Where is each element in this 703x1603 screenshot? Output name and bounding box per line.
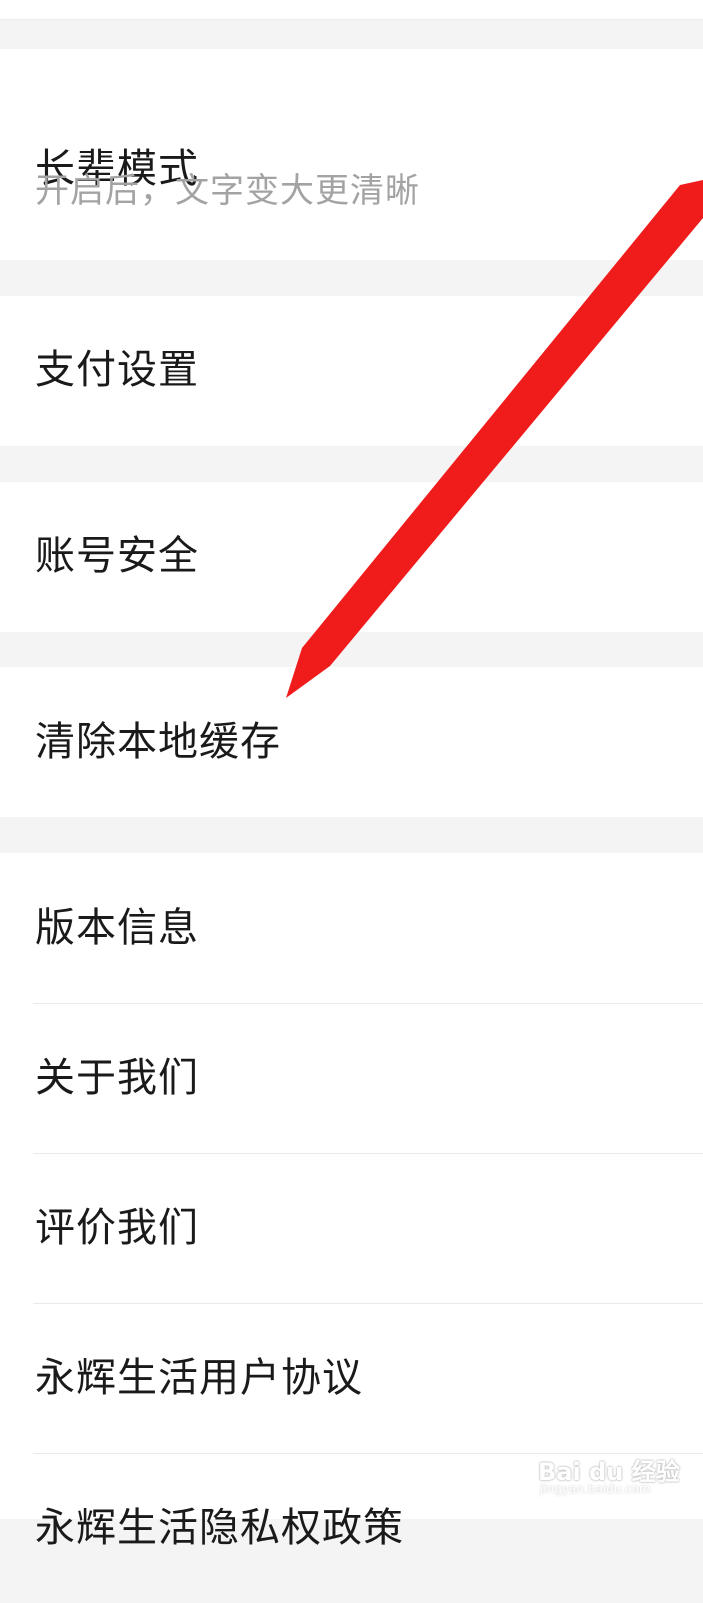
elder-mode-row[interactable]: 长辈模式 开启后，文字变大更清晰 — [0, 49, 703, 260]
info-section: 版本信息 关于我们 评价我们 永辉生活用户协议 永辉生活隐私权政策 — [0, 853, 703, 1551]
about-us-label: 关于我们 — [35, 1055, 199, 1101]
top-section-edge — [0, 0, 703, 20]
about-us-row[interactable]: 关于我们 — [0, 1003, 703, 1153]
account-security-row[interactable]: 账号安全 — [0, 482, 703, 632]
elder-mode-section: 长辈模式 开启后，文字变大更清晰 — [0, 49, 703, 260]
version-info-row[interactable]: 版本信息 — [0, 853, 703, 1003]
rate-us-row[interactable]: 评价我们 — [0, 1153, 703, 1303]
user-agreement-row[interactable]: 永辉生活用户协议 — [0, 1303, 703, 1453]
clear-cache-section: 清除本地缓存 — [0, 667, 703, 817]
elder-mode-description: 开启后，文字变大更清晰 — [35, 171, 420, 211]
rate-us-label: 评价我们 — [35, 1205, 199, 1251]
version-info-label: 版本信息 — [35, 905, 199, 951]
payment-settings-row[interactable]: 支付设置 — [0, 296, 703, 446]
user-agreement-label: 永辉生活用户协议 — [35, 1355, 363, 1401]
clear-cache-row[interactable]: 清除本地缓存 — [0, 667, 703, 817]
baidu-jingyan-watermark: Bai du 经验 jingyan.baidu.com — [538, 1442, 688, 1502]
payment-settings-section: 支付设置 — [0, 296, 703, 446]
payment-settings-label: 支付设置 — [35, 347, 199, 393]
privacy-policy-label: 永辉生活隐私权政策 — [35, 1505, 404, 1551]
account-security-section: 账号安全 — [0, 482, 703, 632]
account-security-label: 账号安全 — [35, 533, 199, 579]
watermark-sub-text: jingyan.baidu.com — [540, 1482, 651, 1496]
clear-cache-label: 清除本地缓存 — [35, 719, 281, 765]
